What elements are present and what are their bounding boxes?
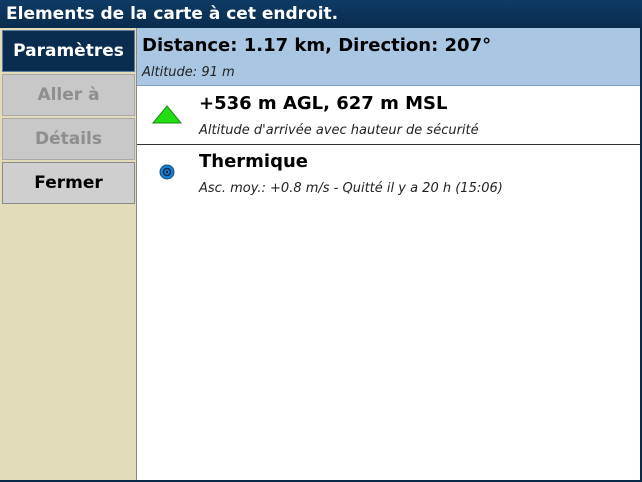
items-list: Distance: 1.17 km, Direction: 207° Altit…	[137, 28, 640, 480]
arrival-altitude-description: Altitude d'arrivée avec hauteur de sécur…	[199, 123, 479, 138]
location-distance-direction: Distance: 1.17 km, Direction: 207°	[142, 35, 492, 56]
sidebar: Paramètres Aller à Détails Fermer	[0, 28, 137, 480]
map-items-dialog: Elements de la carte à cet endroit. Para…	[0, 0, 642, 482]
aller-a-button[interactable]: Aller à	[2, 74, 135, 116]
location-row[interactable]: Distance: 1.17 km, Direction: 207° Altit…	[137, 28, 640, 86]
details-button[interactable]: Détails	[2, 118, 135, 160]
list-item-arrival-altitude[interactable]: +536 m AGL, 627 m MSL Altitude d'arrivée…	[137, 87, 640, 145]
thermal-icon	[159, 164, 175, 180]
list-item-thermal[interactable]: Thermique Asc. moy.: +0.8 m/s - Quitté i…	[137, 145, 640, 203]
dialog-title: Elements de la carte à cet endroit.	[0, 0, 642, 28]
thermal-title: Thermique	[199, 151, 309, 172]
arrival-altitude-value: +536 m AGL, 627 m MSL	[199, 93, 448, 114]
parametres-button[interactable]: Paramètres	[2, 30, 135, 72]
location-altitude: Altitude: 91 m	[142, 65, 235, 80]
arrival-altitude-triangle-icon	[151, 105, 183, 124]
thermal-details: Asc. moy.: +0.8 m/s - Quitté il y a 20 h…	[199, 181, 503, 196]
fermer-button[interactable]: Fermer	[2, 162, 135, 204]
